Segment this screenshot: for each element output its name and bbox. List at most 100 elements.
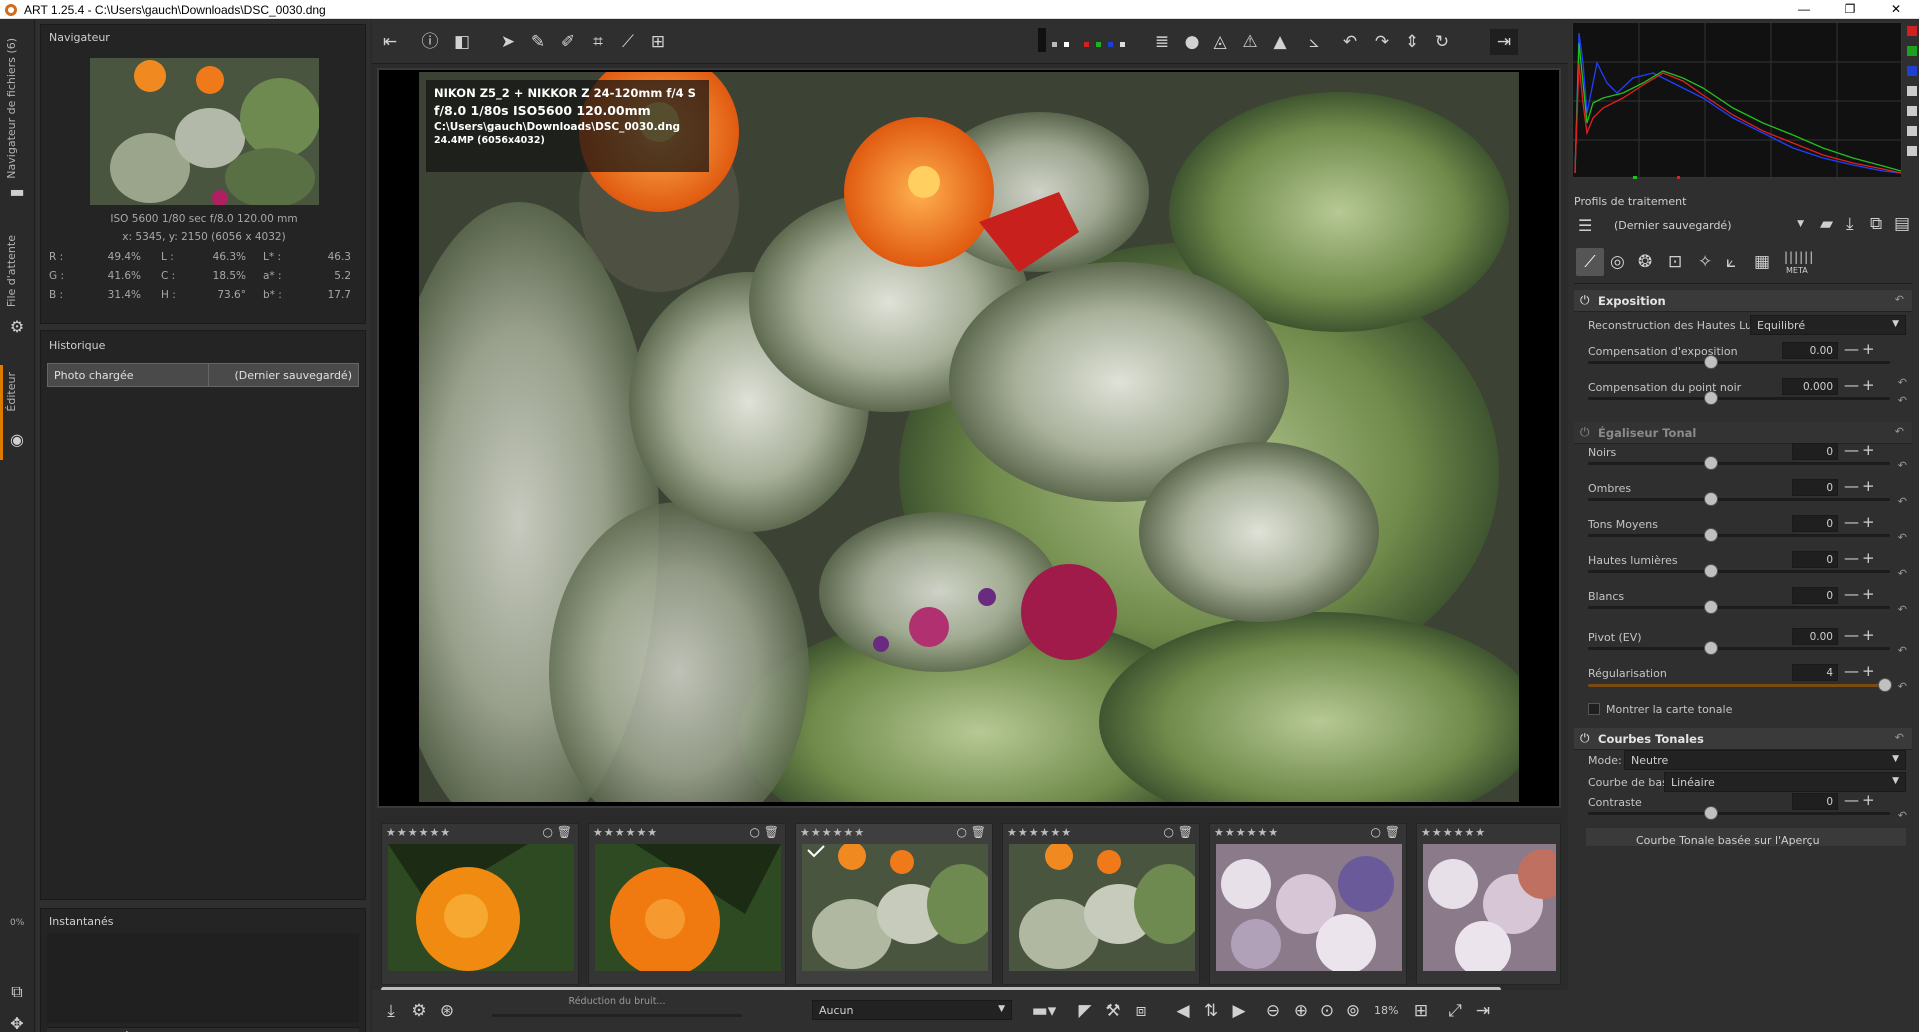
rotate-right-icon[interactable]: ↷ bbox=[1368, 29, 1396, 55]
plus-icon[interactable]: + bbox=[1862, 378, 1875, 393]
plus-icon[interactable]: + bbox=[1862, 342, 1875, 357]
rating-stars[interactable]: ★★★★★★ bbox=[593, 826, 658, 839]
meta-tab-label[interactable]: META bbox=[1786, 266, 1808, 275]
rating-stars[interactable]: ★★★★★★ bbox=[1214, 826, 1279, 839]
sync-icon[interactable]: ⇅ bbox=[1198, 999, 1224, 1023]
filmstrip-thumb-selected[interactable]: ★★★★★★ ○ 🗑 bbox=[795, 823, 993, 985]
param-value[interactable]: 0 bbox=[1792, 443, 1838, 460]
reset-icon[interactable]: ↶ bbox=[1895, 425, 1904, 438]
plus-icon[interactable]: + bbox=[1862, 587, 1875, 602]
queue-icon[interactable]: ⚙ bbox=[406, 999, 432, 1023]
flip-vertical-icon[interactable]: ⇕ bbox=[1398, 29, 1426, 55]
reset-icon[interactable]: ↶ bbox=[1898, 680, 1907, 693]
paste-icon[interactable]: ⧈ bbox=[1128, 999, 1154, 1023]
copy-profile-icon[interactable]: ⧉ bbox=[1870, 214, 1882, 234]
param-value[interactable]: 4 bbox=[1792, 664, 1838, 681]
param-slider[interactable] bbox=[1588, 678, 1892, 692]
slider-knob[interactable] bbox=[1704, 600, 1718, 614]
slider-knob[interactable] bbox=[1704, 492, 1718, 506]
slider-knob[interactable] bbox=[1704, 456, 1718, 470]
zoom-in-icon[interactable]: ⊕ bbox=[1288, 999, 1314, 1023]
histogram[interactable] bbox=[1572, 22, 1903, 179]
remove-snapshot-button[interactable]: − bbox=[277, 1028, 289, 1032]
tab-editor[interactable]: Éditeur bbox=[5, 372, 18, 412]
highlight-reconstruction-dropdown[interactable]: Equilibré ▼ bbox=[1750, 315, 1906, 335]
reset-icon[interactable]: ↶ bbox=[1898, 567, 1907, 580]
curve-mode-dropdown[interactable]: Neutre ▼ bbox=[1624, 750, 1906, 770]
preview-curve-button[interactable]: Courbe Tonale basée sur l'Aperçu bbox=[1586, 828, 1906, 846]
contrast-value[interactable]: 0 bbox=[1792, 793, 1838, 810]
base-curve-dropdown[interactable]: Linéaire ▼ bbox=[1664, 772, 1906, 792]
minus-icon[interactable]: — bbox=[1844, 342, 1859, 357]
slider-knob[interactable] bbox=[1704, 355, 1718, 369]
focus-mask-icon[interactable]: ≣ bbox=[1148, 29, 1176, 55]
maximize-button[interactable]: ❐ bbox=[1827, 0, 1873, 19]
minus-icon[interactable]: — bbox=[1844, 551, 1859, 566]
minus-icon[interactable]: — bbox=[1844, 628, 1859, 643]
save-profile-icon[interactable]: ⤓ bbox=[1846, 214, 1854, 234]
external-editor-icon[interactable]: ⊛ bbox=[434, 999, 460, 1023]
slider-knob[interactable] bbox=[1704, 806, 1718, 820]
color-label-icon[interactable]: ▬▾ bbox=[1024, 999, 1064, 1023]
reset-icon[interactable]: ↶ bbox=[1898, 459, 1907, 472]
contrast-slider[interactable] bbox=[1588, 806, 1890, 820]
param-slider[interactable] bbox=[1588, 492, 1890, 506]
black-point-slider[interactable] bbox=[1588, 391, 1890, 405]
rotate-left-icon[interactable]: ↶ bbox=[1336, 29, 1364, 55]
hide-panels-icon[interactable]: ⇥ bbox=[1470, 999, 1496, 1023]
aperture-icon[interactable]: ◉ bbox=[7, 430, 27, 450]
zoom-100-icon[interactable]: ⊚ bbox=[1340, 999, 1366, 1023]
filmstrip-thumb[interactable]: ★★★★★★ bbox=[1416, 823, 1561, 985]
main-photo[interactable]: NIKON Z5_2 + NIKKOR Z 24-120mm f/4 S f/8… bbox=[419, 72, 1519, 802]
rating-stars[interactable]: ★★★★★★ bbox=[800, 826, 865, 839]
hand-tool-icon[interactable]: ➤ bbox=[494, 29, 522, 55]
sphere-icon[interactable]: ● bbox=[1178, 29, 1206, 55]
reset-icon[interactable]: ↶ bbox=[1898, 376, 1907, 389]
trash-icon[interactable]: ○ 🗑 bbox=[956, 825, 986, 839]
move-icon[interactable]: ✥ bbox=[7, 1014, 27, 1032]
minus-icon[interactable]: — bbox=[1844, 443, 1859, 458]
power-icon[interactable]: ⏻ bbox=[1580, 293, 1590, 308]
filmstrip-thumb[interactable]: ★★★★★★ ○ 🗑 bbox=[1209, 823, 1407, 985]
effects-tab-icon[interactable]: ✧ bbox=[1698, 252, 1712, 272]
show-tone-map-checkbox[interactable] bbox=[1588, 703, 1600, 715]
filmstrip-thumb[interactable]: ★★★★★★ ○ 🗑 bbox=[381, 823, 579, 985]
rating-stars[interactable]: ★★★★★★ bbox=[1421, 826, 1486, 839]
filmstrip-thumb[interactable]: ★★★★★★ ○ 🗑 bbox=[588, 823, 786, 985]
save-icon[interactable]: ⤓ bbox=[378, 999, 404, 1023]
detail-tab-icon[interactable]: ◎ bbox=[1610, 252, 1625, 272]
raw-tab-icon[interactable]: ▦ bbox=[1754, 252, 1770, 272]
slider-knob[interactable] bbox=[1704, 641, 1718, 655]
minus-icon[interactable]: — bbox=[1844, 378, 1859, 393]
reset-icon[interactable]: ↶ bbox=[1898, 531, 1907, 544]
plus-icon[interactable]: + bbox=[1862, 551, 1875, 566]
reset-icon[interactable]: ↶ bbox=[1898, 495, 1907, 508]
exposure-tab-icon[interactable]: ⟋ bbox=[1576, 248, 1604, 276]
info-icon[interactable]: ⓘ bbox=[416, 29, 444, 55]
param-slider[interactable] bbox=[1588, 564, 1890, 578]
param-slider[interactable] bbox=[1588, 641, 1890, 655]
zoom-fit-icon[interactable]: ⊙ bbox=[1314, 999, 1340, 1023]
close-button[interactable]: ✕ bbox=[1873, 0, 1919, 19]
param-value[interactable]: 0 bbox=[1792, 551, 1838, 568]
add-snapshot-button[interactable]: + bbox=[121, 1028, 133, 1032]
slider-knob[interactable] bbox=[1704, 564, 1718, 578]
channel-preview-buttons[interactable] bbox=[1036, 28, 1136, 52]
copy-icon[interactable]: ⚒ bbox=[1100, 999, 1126, 1023]
trash-icon[interactable]: ○ 🗑 bbox=[749, 825, 779, 839]
minimize-button[interactable]: — bbox=[1781, 0, 1827, 19]
tone-curves-section-header[interactable]: ⏻ Courbes Tonales ↶ bbox=[1574, 728, 1912, 750]
param-slider[interactable] bbox=[1588, 600, 1890, 614]
exposure-comp-slider[interactable] bbox=[1588, 355, 1890, 369]
slider-knob[interactable] bbox=[1704, 528, 1718, 542]
trash-icon[interactable]: ○ 🗑 bbox=[1163, 825, 1193, 839]
white-balance-picker-icon[interactable]: ✎ bbox=[524, 29, 552, 55]
trash-icon[interactable]: ○ 🗑 bbox=[542, 825, 572, 839]
previous-image-icon[interactable]: ◀ bbox=[1170, 999, 1196, 1023]
tools-icon[interactable]: ⧉ bbox=[7, 982, 27, 1002]
reset-icon[interactable]: ↶ bbox=[1895, 731, 1904, 744]
graph-icon[interactable]: ⦣ bbox=[1300, 29, 1328, 55]
reset-icon[interactable]: ↶ bbox=[1898, 644, 1907, 657]
send-icon[interactable]: ◤ bbox=[1072, 999, 1098, 1023]
exposure-section-header[interactable]: ⏻ Exposition ↶ bbox=[1574, 290, 1912, 312]
